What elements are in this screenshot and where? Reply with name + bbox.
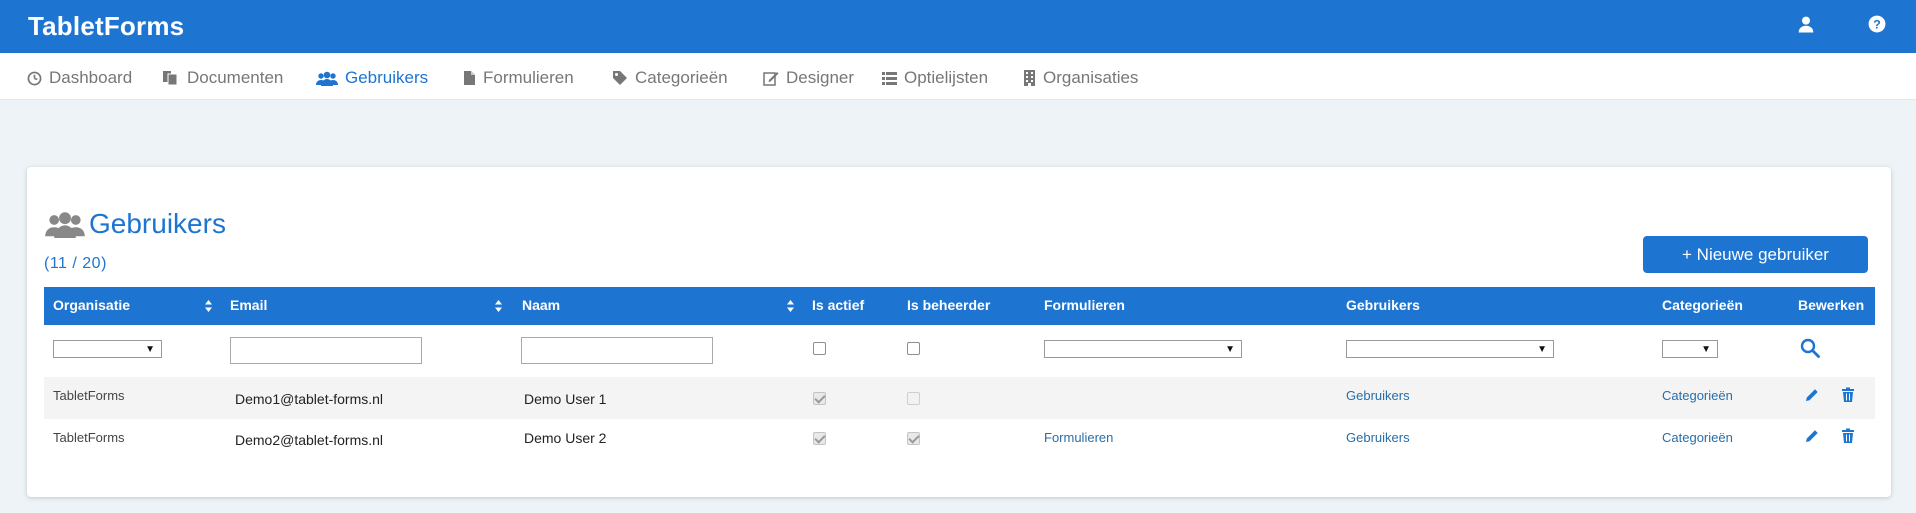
search-icon[interactable] [1800, 338, 1820, 358]
is-beheerder-checkbox [907, 392, 920, 405]
help-icon[interactable]: ? [1868, 15, 1888, 35]
column-header-formulieren: Formulieren [1044, 297, 1125, 313]
column-header-is-actief: Is actief [812, 297, 865, 313]
is-beheerder-checkbox [907, 432, 920, 445]
filter-row: ▼ ▼ ▼ ▼ [44, 325, 1875, 377]
column-header-bewerken: Bewerken [1798, 297, 1865, 313]
nav-label: Categorieën [635, 68, 728, 87]
email-cell: Demo1@tablet-forms.nl [235, 391, 384, 407]
file-icon [464, 71, 475, 85]
categorieen-link[interactable]: Categorieën [1662, 388, 1733, 403]
organisatie-cell: TabletForms [53, 430, 125, 445]
is-actief-checkbox [813, 392, 826, 405]
nav-item-designer[interactable]: Designer [763, 67, 854, 89]
page-title: Gebruikers [89, 208, 226, 239]
column-header-naam[interactable]: Naam [522, 297, 560, 313]
list-icon [882, 71, 897, 85]
formulieren-link[interactable]: Formulieren [1044, 430, 1113, 445]
nav-label: Gebruikers [345, 68, 429, 87]
is-actief-checkbox [813, 432, 826, 445]
nav-label: Dashboard [49, 68, 133, 87]
is-actief-filter-checkbox[interactable] [813, 342, 826, 355]
formulieren-filter-select[interactable]: ▼ [1044, 340, 1242, 358]
nav-item-gebruikers[interactable]: Gebruikers [316, 67, 428, 89]
user-icon[interactable] [1797, 15, 1817, 35]
documents-icon [163, 71, 178, 86]
column-header-gebruikers: Gebruikers [1346, 297, 1420, 313]
trash-icon[interactable] [1840, 387, 1856, 403]
users-icon [316, 71, 338, 86]
naam-filter-input[interactable] [521, 337, 713, 364]
table-row: TabletForms Demo1@tablet-forms.nl Demo U… [44, 377, 1875, 419]
sort-icon[interactable] [786, 299, 795, 313]
page-header: Gebruikers [45, 208, 226, 240]
email-filter-input[interactable] [230, 337, 422, 364]
nav-item-categorieen[interactable]: Categorieën [612, 67, 728, 89]
app-title: TabletForms [28, 11, 185, 41]
users-icon [45, 211, 85, 238]
edit-icon[interactable] [1804, 387, 1820, 403]
edit-icon [763, 72, 779, 86]
nav-item-documenten[interactable]: Documenten [162, 67, 283, 89]
is-beheerder-filter-checkbox[interactable] [907, 342, 920, 355]
tag-icon [613, 71, 627, 85]
gebruikers-filter-select[interactable]: ▼ [1346, 340, 1554, 358]
naam-cell: Demo User 2 [524, 430, 607, 446]
categorieen-link[interactable]: Categorieën [1662, 430, 1733, 445]
nav-label: Organisaties [1043, 68, 1139, 87]
nav-item-organisaties[interactable]: Organisaties [1023, 67, 1138, 89]
nav-label: Optielijsten [904, 68, 989, 87]
sort-icon[interactable] [494, 299, 503, 313]
building-icon [1024, 70, 1035, 86]
nav-label: Formulieren [483, 68, 574, 87]
dashboard-icon [27, 71, 42, 85]
trash-icon[interactable] [1840, 428, 1856, 444]
svg-text:?: ? [1873, 18, 1881, 32]
sort-icon[interactable] [204, 299, 213, 313]
gebruikers-link[interactable]: Gebruikers [1346, 430, 1410, 445]
main-nav: Dashboard Documenten Gebruikers Formulie… [0, 53, 1916, 100]
gebruikers-link[interactable]: Gebruikers [1346, 388, 1410, 403]
organisatie-filter-select[interactable]: ▼ [53, 340, 162, 358]
column-header-organisatie[interactable]: Organisatie [53, 297, 130, 313]
nav-label: Designer [786, 68, 855, 87]
record-count: (11 / 20) [44, 255, 107, 272]
nav-label: Documenten [187, 68, 284, 87]
table-row: TabletForms Demo2@tablet-forms.nl Demo U… [44, 419, 1875, 461]
table-header: Organisatie Email Naam Is actief Is behe… [44, 287, 1875, 325]
naam-cell: Demo User 1 [524, 391, 607, 407]
column-header-email[interactable]: Email [230, 297, 267, 313]
nav-item-dashboard[interactable]: Dashboard [27, 67, 132, 89]
email-cell: Demo2@tablet-forms.nl [235, 432, 384, 448]
top-bar: TabletForms ? [0, 0, 1916, 53]
categorieen-filter-select[interactable]: ▼ [1662, 340, 1718, 358]
nav-item-formulieren[interactable]: Formulieren [463, 67, 574, 89]
new-user-button[interactable]: + Nieuwe gebruiker [1643, 236, 1868, 273]
nav-item-optielijsten[interactable]: Optielijsten [882, 67, 988, 89]
column-header-is-beheerder: Is beheerder [907, 297, 991, 313]
edit-icon[interactable] [1804, 428, 1820, 444]
column-header-categorieen: Categorieën [1662, 297, 1743, 313]
organisatie-cell: TabletForms [53, 388, 125, 403]
